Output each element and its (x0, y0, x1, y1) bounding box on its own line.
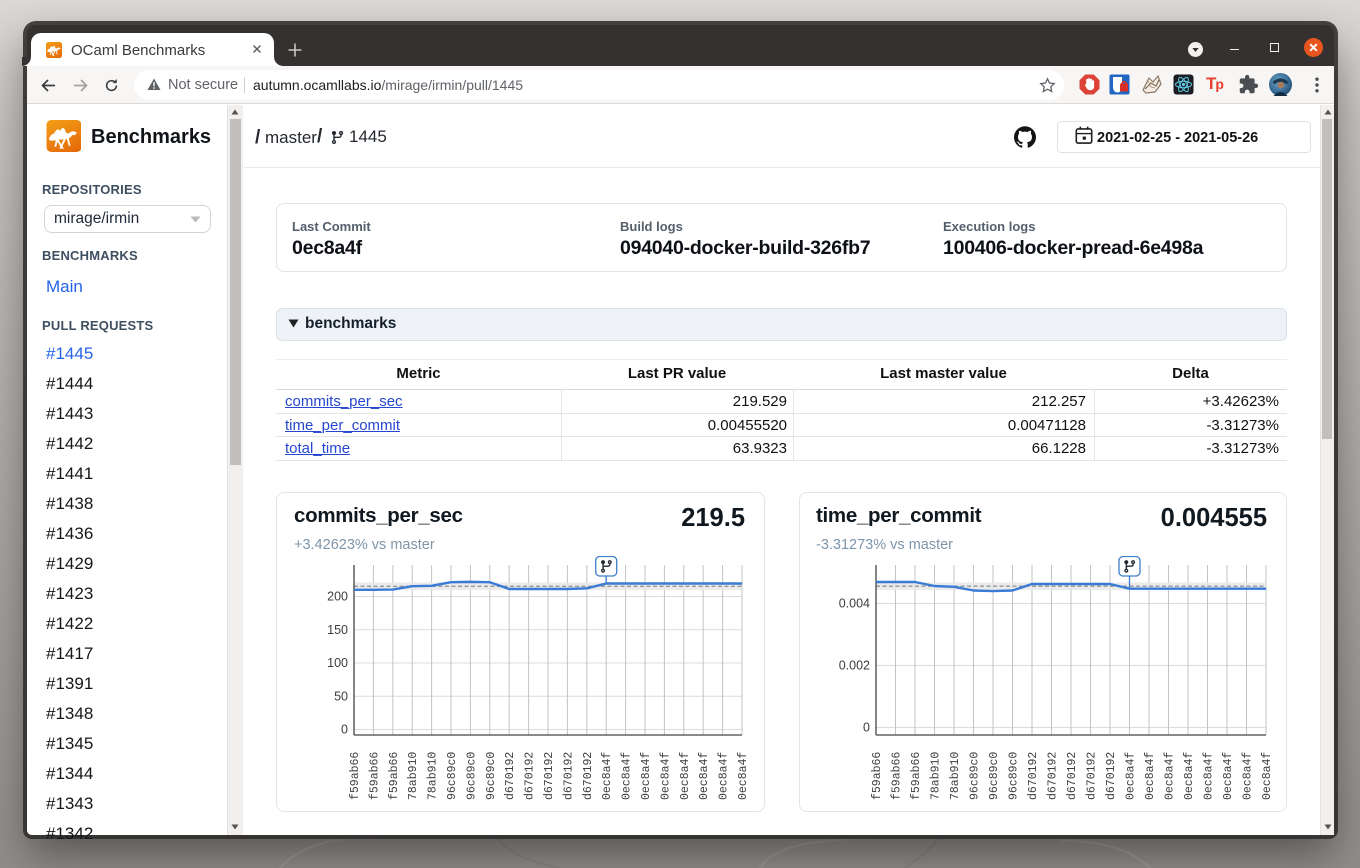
svg-text:96c89c0: 96c89c0 (969, 752, 982, 800)
svg-text:d670192: d670192 (1086, 752, 1099, 800)
svg-text:150: 150 (327, 623, 348, 637)
svg-text:0.004: 0.004 (839, 597, 870, 611)
svg-text:0ec8a4f: 0ec8a4f (1125, 752, 1138, 800)
svg-text:78ab910: 78ab910 (930, 752, 943, 800)
svg-text:d670192: d670192 (543, 752, 556, 800)
svg-text:0ec8a4f: 0ec8a4f (698, 752, 711, 800)
svg-text:0ec8a4f: 0ec8a4f (601, 752, 614, 800)
svg-text:78ab910: 78ab910 (407, 752, 420, 800)
svg-text:96c89c0: 96c89c0 (988, 752, 1001, 800)
svg-text:0ec8a4f: 0ec8a4f (1222, 752, 1235, 800)
svg-text:d670192: d670192 (1105, 752, 1118, 800)
svg-text:f59ab66: f59ab66 (891, 752, 904, 800)
svg-text:d670192: d670192 (562, 752, 575, 800)
svg-text:0ec8a4f: 0ec8a4f (1203, 752, 1216, 800)
svg-text:0ec8a4f: 0ec8a4f (718, 752, 731, 800)
svg-text:78ab910: 78ab910 (427, 752, 440, 800)
svg-text:100: 100 (327, 656, 348, 670)
svg-text:78ab910: 78ab910 (949, 752, 962, 800)
svg-text:d670192: d670192 (1027, 752, 1040, 800)
svg-text:0: 0 (863, 721, 870, 735)
svg-text:d670192: d670192 (504, 752, 517, 800)
svg-text:f59ab66: f59ab66 (349, 752, 362, 800)
svg-text:0.002: 0.002 (839, 659, 870, 673)
svg-text:96c89c0: 96c89c0 (1008, 752, 1021, 800)
svg-text:50: 50 (334, 689, 348, 703)
svg-text:96c89c0: 96c89c0 (465, 752, 478, 800)
svg-text:0ec8a4f: 0ec8a4f (621, 752, 634, 800)
svg-text:0ec8a4f: 0ec8a4f (1183, 752, 1196, 800)
svg-text:d670192: d670192 (582, 752, 595, 800)
svg-text:200: 200 (327, 590, 348, 604)
svg-text:0ec8a4f: 0ec8a4f (1242, 752, 1255, 800)
svg-text:0ec8a4f: 0ec8a4f (679, 752, 692, 800)
svg-text:0ec8a4f: 0ec8a4f (640, 752, 653, 800)
svg-text:0ec8a4f: 0ec8a4f (1144, 752, 1157, 800)
svg-text:f59ab66: f59ab66 (910, 752, 923, 800)
svg-text:0ec8a4f: 0ec8a4f (1261, 752, 1274, 800)
svg-text:f59ab66: f59ab66 (368, 752, 381, 800)
svg-text:d670192: d670192 (524, 752, 537, 800)
svg-text:0: 0 (341, 723, 348, 737)
svg-text:f59ab66: f59ab66 (871, 752, 884, 800)
svg-text:d670192: d670192 (1047, 752, 1060, 800)
svg-text:96c89c0: 96c89c0 (485, 752, 498, 800)
svg-text:f59ab66: f59ab66 (388, 752, 401, 800)
svg-text:d670192: d670192 (1066, 752, 1079, 800)
svg-text:0ec8a4f: 0ec8a4f (737, 752, 750, 800)
svg-text:0ec8a4f: 0ec8a4f (1164, 752, 1177, 800)
svg-text:0ec8a4f: 0ec8a4f (659, 752, 672, 800)
svg-text:96c89c0: 96c89c0 (446, 752, 459, 800)
